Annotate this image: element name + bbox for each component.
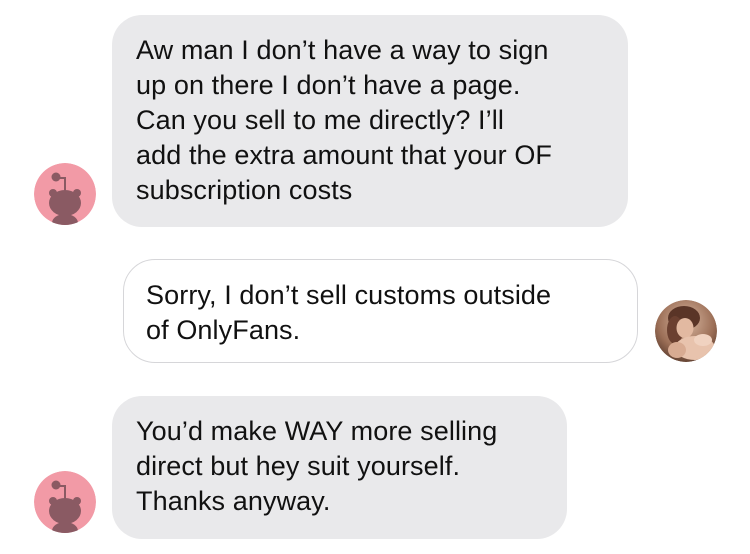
message-text-line: direct but hey suit yourself.: [136, 451, 461, 481]
message-text-line: Sorry, I don’t sell customs outside: [146, 280, 552, 310]
message-bubble-received[interactable]: You’d make WAY more selling direct but h…: [112, 396, 567, 539]
message-text-line: subscription costs: [136, 175, 353, 205]
reddit-snoo-icon[interactable]: [34, 163, 96, 225]
reddit-snoo-icon[interactable]: [34, 471, 96, 533]
chat-thread: Aw man I don’t have a way to sign up on …: [0, 0, 750, 554]
message-text-line: You’d make WAY more selling: [136, 416, 498, 446]
message-text-line: of OnlyFans.: [146, 315, 301, 345]
message-text-line: Thanks anyway.: [136, 486, 331, 516]
message-bubble-received[interactable]: Aw man I don’t have a way to sign up on …: [112, 15, 628, 227]
message-text-line: up on there I don’t have a page.: [136, 70, 521, 100]
message-text-line: Aw man I don’t have a way to sign: [136, 35, 549, 65]
message-text-line: Can you sell to me directly? I’ll: [136, 105, 504, 135]
message-bubble-sent[interactable]: Sorry, I don’t sell customs outside of O…: [123, 259, 638, 363]
message-text-line: add the extra amount that your OF: [136, 140, 553, 170]
profile-photo-avatar[interactable]: [655, 300, 717, 362]
